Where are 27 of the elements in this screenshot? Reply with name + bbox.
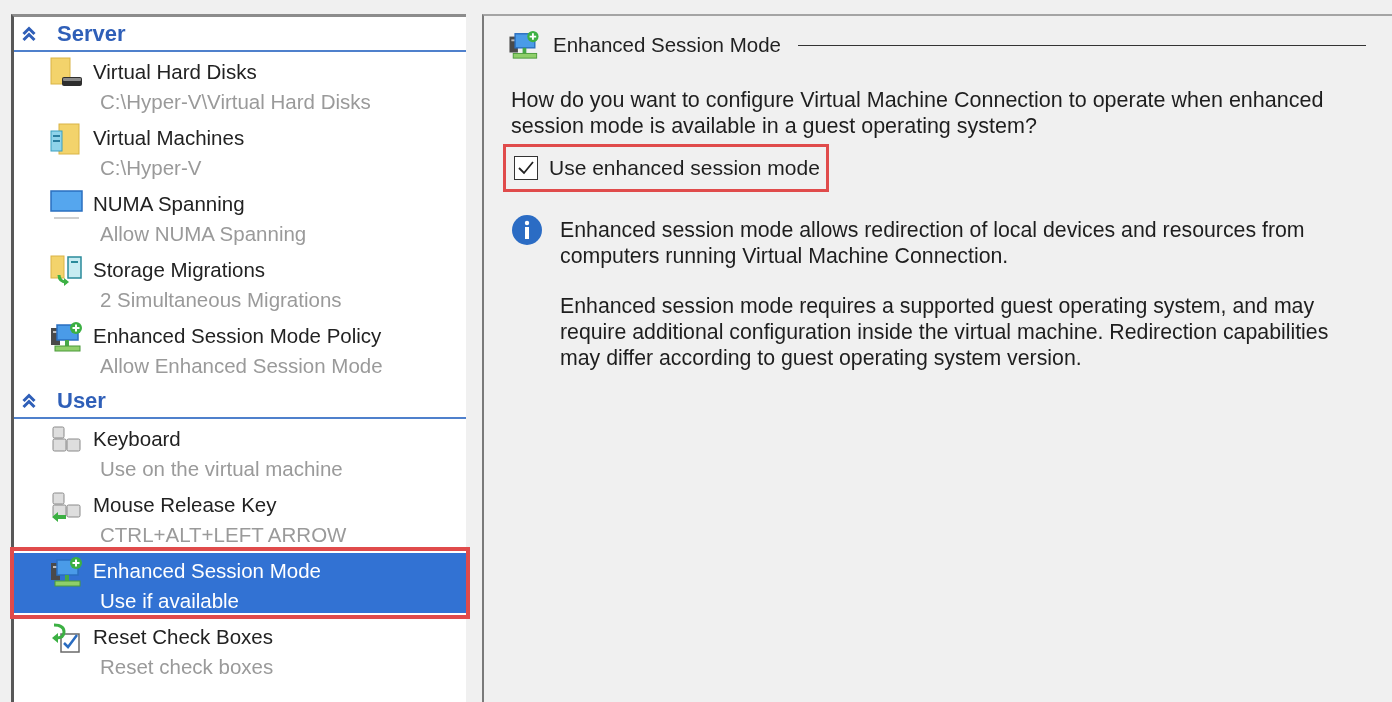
sidebar-item[interactable]: Keyboard Use on the virtual machine <box>14 421 466 481</box>
checkbox[interactable] <box>514 156 538 180</box>
checkbox-label: Use enhanced session mode <box>549 156 820 180</box>
info-icon <box>512 215 542 245</box>
folder-server-icon <box>50 123 83 155</box>
sidebar-item[interactable]: Reset Check Boxes Reset check boxes <box>14 619 466 679</box>
monitor-icon <box>50 189 83 221</box>
monitor-plus-icon <box>50 321 83 353</box>
info-text: Enhanced session mode allows redirection of local devices and resources from computers running Virtual Machine Connection. <box>560 217 1306 269</box>
section-header[interactable]: Server <box>14 17 466 52</box>
sidebar-item[interactable]: Virtual Hard Disks C:\Hyper-V\Virtual Hard Disks <box>14 54 466 114</box>
section-header[interactable]: User <box>14 384 466 419</box>
monitor-plus-icon <box>508 30 540 60</box>
sidebar-item[interactable]: NUMA Spanning Allow NUMA Spanning <box>14 186 466 246</box>
sidebar-item[interactable]: Virtual Machines C:\Hyper-V <box>14 120 466 180</box>
question-text: How do you want to configure Virtual Machine Connection to operate when enhanced session mode is available in a guest operating system? <box>511 87 1325 139</box>
checkbox-arrow-icon <box>50 622 83 654</box>
keys-arrow-icon <box>50 490 83 522</box>
sidebar-item[interactable]: Storage Migrations 2 Simultaneous Migrations <box>14 252 466 312</box>
sidebar-item[interactable]: Enhanced Session Mode Policy Allow Enhanced Session Mode <box>14 318 466 378</box>
group-title: Enhanced Session Mode <box>553 33 781 57</box>
sidebar-item[interactable]: Enhanced Session Mode Use if available <box>14 553 466 613</box>
monitor-plus-icon <box>50 556 83 588</box>
info-text: Enhanced session mode requires a supported guest operating system, and may require additional configuration inside the virtual machine. Redirection capabilities may differ according to guest operating system version. <box>560 293 1330 371</box>
folder-server-arrow-icon <box>50 255 83 287</box>
folder-disk-icon <box>50 57 83 89</box>
sidebar-item[interactable]: Mouse Release Key CTRL+ALT+LEFT ARROW <box>14 487 466 547</box>
